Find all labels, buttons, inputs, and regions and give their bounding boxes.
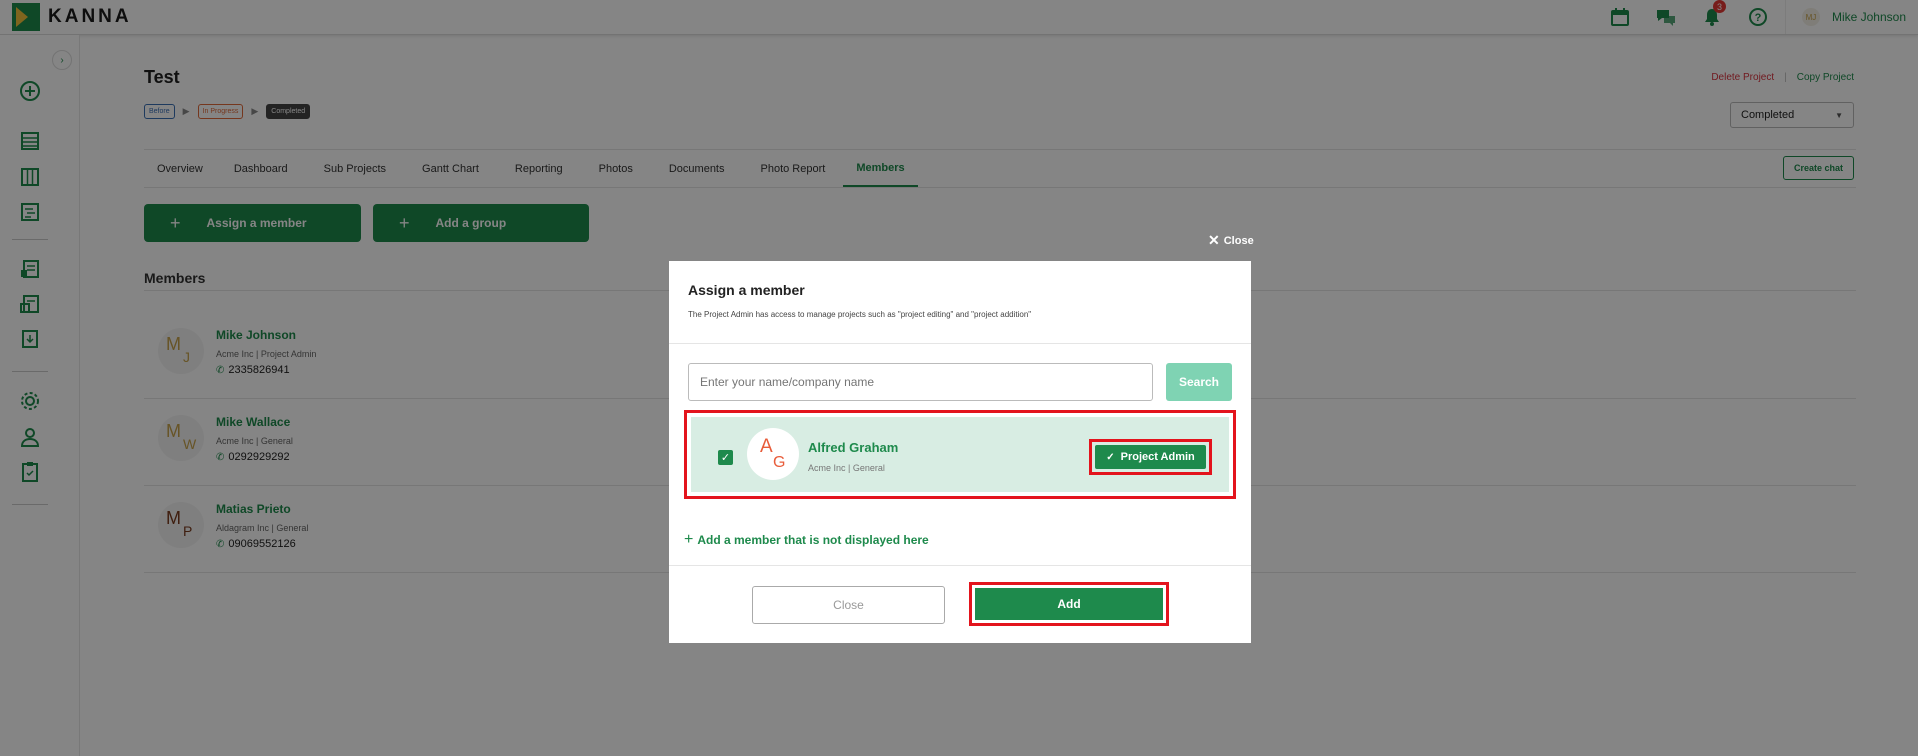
add-unlisted-member-label: Add a member that is not displayed here: [697, 533, 929, 547]
select-checkbox[interactable]: ✓: [718, 450, 733, 465]
check-icon: ✓: [1106, 451, 1115, 463]
highlighted-add: Add: [969, 582, 1169, 626]
role-label: Project Admin: [1120, 451, 1195, 463]
search-result-row[interactable]: ✓ A G Alfred Graham Acme Inc | General ✓…: [691, 417, 1229, 492]
cancel-button[interactable]: Close: [752, 586, 945, 624]
add-unlisted-member-link[interactable]: + Add a member that is not displayed her…: [684, 531, 929, 549]
modal-title: Assign a member: [688, 282, 805, 298]
search-input[interactable]: [688, 363, 1153, 401]
result-subtitle: Acme Inc | General: [808, 463, 885, 473]
plus-icon: +: [684, 531, 694, 548]
assign-member-modal: Assign a member The Project Admin has ac…: [669, 261, 1251, 643]
result-name: Alfred Graham: [808, 440, 899, 455]
close-icon: ✕: [1208, 232, 1220, 248]
highlighted-role: ✓ Project Admin: [1089, 439, 1212, 475]
add-button[interactable]: Add: [975, 588, 1163, 620]
modal-close-top[interactable]: ✕ Close: [1208, 232, 1254, 249]
modal-description: The Project Admin has access to manage p…: [688, 310, 1032, 319]
modal-close-top-label: Close: [1223, 234, 1254, 247]
project-admin-button[interactable]: ✓ Project Admin: [1095, 445, 1206, 469]
highlighted-result: ✓ A G Alfred Graham Acme Inc | General ✓…: [684, 410, 1236, 499]
avatar: A G: [747, 428, 799, 480]
search-button[interactable]: Search: [1166, 363, 1232, 401]
